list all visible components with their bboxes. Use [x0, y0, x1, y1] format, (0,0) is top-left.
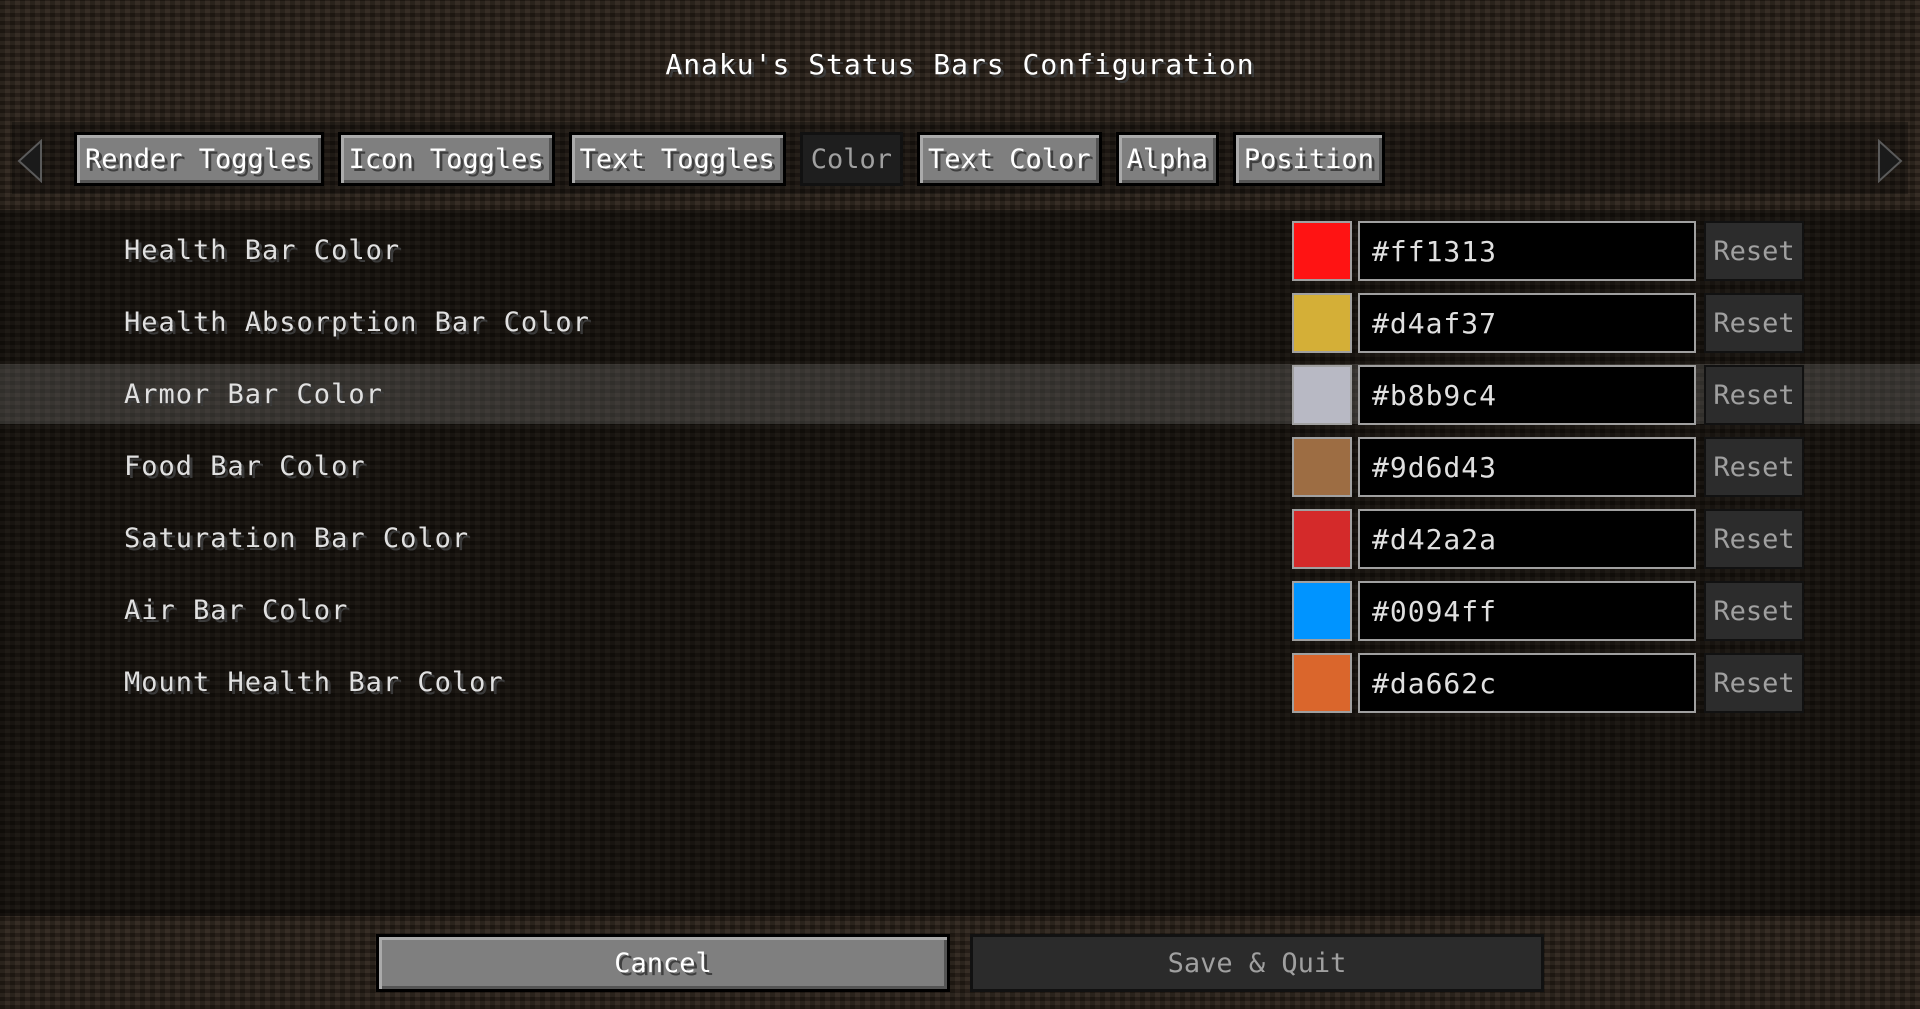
footer-divider: [0, 910, 1920, 916]
color-swatch: [1292, 653, 1352, 713]
tab-scroll-left[interactable]: [12, 138, 48, 184]
color-swatch: [1292, 293, 1352, 353]
tab-scroll-right[interactable]: [1872, 138, 1908, 184]
hex-color-input[interactable]: #ff1313: [1358, 221, 1696, 281]
hex-color-input[interactable]: #da662c: [1358, 653, 1696, 713]
hex-color-input[interactable]: #d4af37: [1358, 293, 1696, 353]
color-swatch: [1292, 365, 1352, 425]
tab-position[interactable]: Position: [1232, 132, 1385, 186]
setting-label: Armor Bar Color: [124, 378, 383, 410]
reset-button[interactable]: Reset: [1704, 653, 1804, 713]
page-title: Anaku's Status Bars Configuration: [665, 48, 1255, 81]
setting-row-health-bar-color: Health Bar Color #ff1313 Reset: [0, 220, 1920, 281]
setting-row-mount-health-bar-color: Mount Health Bar Color #da662c Reset: [0, 652, 1920, 713]
setting-row-food-bar-color: Food Bar Color #9d6d43 Reset: [0, 436, 1920, 497]
color-swatch: [1292, 437, 1352, 497]
reset-button[interactable]: Reset: [1704, 365, 1804, 425]
reset-button[interactable]: Reset: [1704, 437, 1804, 497]
setting-label: Mount Health Bar Color: [124, 666, 504, 698]
setting-row-saturation-bar-color: Saturation Bar Color #d42a2a Reset: [0, 508, 1920, 569]
setting-row-health-absorption-bar-color: Health Absorption Bar Color #d4af37 Rese…: [0, 292, 1920, 353]
setting-row-armor-bar-color: Armor Bar Color #b8b9c4 Reset: [0, 364, 1920, 425]
setting-label: Air Bar Color: [124, 594, 349, 626]
reset-button[interactable]: Reset: [1704, 581, 1804, 641]
setting-row-air-bar-color: Air Bar Color #0094ff Reset: [0, 580, 1920, 641]
tab-text-toggles[interactable]: Text Toggles: [568, 132, 786, 186]
hex-color-input[interactable]: #b8b9c4: [1358, 365, 1696, 425]
color-swatch: [1292, 581, 1352, 641]
color-swatch: [1292, 509, 1352, 569]
color-swatch: [1292, 221, 1352, 281]
hex-color-input[interactable]: #0094ff: [1358, 581, 1696, 641]
category-tabs: Render Toggles Icon Toggles Text Toggles…: [74, 132, 1385, 186]
tab-text-color[interactable]: Text Color: [917, 132, 1102, 186]
hex-color-input[interactable]: #9d6d43: [1358, 437, 1696, 497]
reset-button[interactable]: Reset: [1704, 509, 1804, 569]
setting-label: Food Bar Color: [124, 450, 366, 482]
tab-render-toggles[interactable]: Render Toggles: [74, 132, 324, 186]
setting-label: Saturation Bar Color: [124, 522, 470, 554]
tab-alpha[interactable]: Alpha: [1115, 132, 1219, 186]
save-quit-button[interactable]: Save & Quit: [970, 934, 1544, 992]
arrow-right-icon: [1878, 139, 1903, 183]
tab-icon-toggles[interactable]: Icon Toggles: [337, 132, 555, 186]
tab-color[interactable]: Color: [799, 132, 904, 186]
hex-color-input[interactable]: #d42a2a: [1358, 509, 1696, 569]
reset-button[interactable]: Reset: [1704, 221, 1804, 281]
cancel-button[interactable]: Cancel: [376, 934, 950, 992]
setting-label: Health Bar Color: [124, 234, 401, 266]
setting-label: Health Absorption Bar Color: [124, 306, 590, 338]
reset-button[interactable]: Reset: [1704, 293, 1804, 353]
arrow-left-icon: [17, 139, 42, 183]
